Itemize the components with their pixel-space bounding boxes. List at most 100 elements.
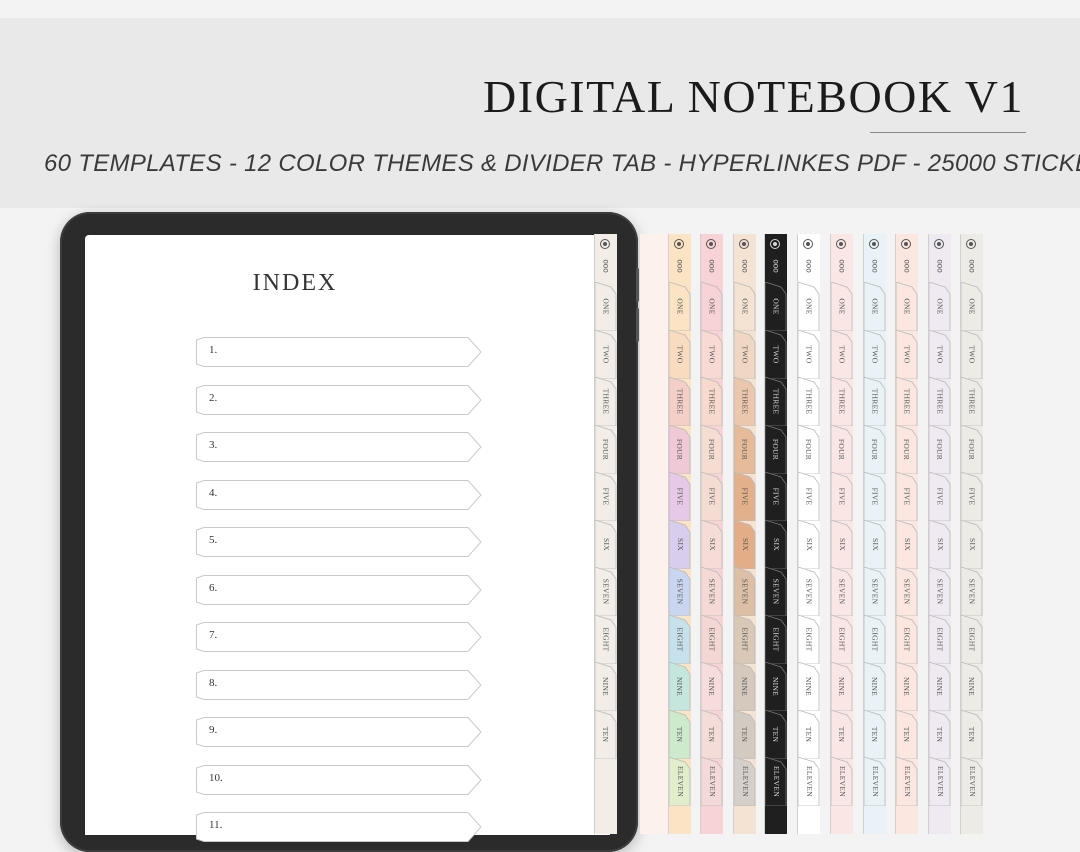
more-icon[interactable]: ooo bbox=[929, 258, 951, 274]
target-icon[interactable] bbox=[674, 239, 684, 249]
divider-tab-four[interactable]: FOUR bbox=[765, 424, 787, 474]
divider-tab-six[interactable]: SIX bbox=[765, 519, 787, 569]
divider-tab-eight[interactable]: EIGHT bbox=[896, 614, 918, 664]
divider-tab-one[interactable]: ONE bbox=[896, 282, 918, 331]
divider-tab-four[interactable]: FOUR bbox=[669, 424, 691, 474]
target-icon[interactable] bbox=[869, 239, 879, 249]
divider-tab-nine[interactable]: NINE bbox=[864, 662, 886, 711]
target-icon[interactable] bbox=[803, 239, 813, 249]
divider-tab-six[interactable]: SIX bbox=[961, 519, 983, 569]
divider-tab-eight[interactable]: EIGHT bbox=[961, 614, 983, 664]
divider-tab-four[interactable]: FOUR bbox=[734, 424, 756, 474]
index-row[interactable]: 3. bbox=[196, 432, 482, 462]
more-icon[interactable]: ooo bbox=[831, 258, 853, 274]
divider-tab-six[interactable]: SIX bbox=[896, 519, 918, 569]
divider-tab-eleven[interactable]: ELEVEN bbox=[701, 757, 723, 806]
divider-tab-nine[interactable]: NINE bbox=[831, 662, 853, 711]
divider-tab-seven[interactable]: SEVEN bbox=[701, 567, 723, 616]
index-row[interactable]: 6. bbox=[196, 574, 482, 605]
index-row[interactable]: 7. bbox=[196, 622, 482, 652]
divider-tab-eleven[interactable]: ELEVEN bbox=[734, 757, 756, 806]
divider-tab-three[interactable]: THREE bbox=[831, 377, 853, 426]
divider-tab-three[interactable]: THREE bbox=[734, 377, 756, 426]
divider-tab-three[interactable]: THREE bbox=[765, 377, 787, 426]
target-icon[interactable] bbox=[770, 239, 780, 249]
index-row[interactable]: 8. bbox=[196, 669, 482, 700]
divider-tab-ten[interactable]: TEN bbox=[701, 709, 723, 759]
divider-tab-eleven[interactable]: ELEVEN bbox=[929, 757, 951, 806]
divider-tab-five[interactable]: FIVE bbox=[831, 472, 853, 521]
index-row[interactable]: 2. bbox=[196, 384, 482, 415]
divider-tab-nine[interactable]: NINE bbox=[734, 662, 756, 711]
divider-tab-ten[interactable]: TEN bbox=[765, 709, 787, 759]
divider-tab-nine[interactable]: NINE bbox=[896, 662, 918, 711]
divider-tab-seven[interactable]: SEVEN bbox=[734, 567, 756, 616]
divider-tab-eleven[interactable]: ELEVEN bbox=[961, 757, 983, 806]
divider-tab-two[interactable]: TWO bbox=[798, 329, 820, 379]
divider-tab-four[interactable]: FOUR bbox=[798, 424, 820, 474]
divider-tab-seven[interactable]: SEVEN bbox=[595, 567, 617, 616]
more-icon[interactable]: ooo bbox=[961, 258, 983, 274]
divider-tab-eight[interactable]: EIGHT bbox=[595, 614, 617, 664]
index-row[interactable]: 11. bbox=[196, 812, 482, 842]
divider-tab-ten[interactable]: TEN bbox=[961, 709, 983, 759]
divider-tab-one[interactable]: ONE bbox=[595, 282, 617, 331]
divider-tab-eight[interactable]: EIGHT bbox=[669, 614, 691, 664]
target-icon[interactable] bbox=[600, 239, 610, 249]
divider-tab-three[interactable]: THREE bbox=[896, 377, 918, 426]
divider-tab-nine[interactable]: NINE bbox=[929, 662, 951, 711]
divider-tab-five[interactable]: FIVE bbox=[929, 472, 951, 521]
divider-tab-eight[interactable]: EIGHT bbox=[864, 614, 886, 664]
more-icon[interactable]: ooo bbox=[701, 258, 723, 274]
divider-tab-three[interactable]: THREE bbox=[798, 377, 820, 426]
divider-tab-seven[interactable]: SEVEN bbox=[961, 567, 983, 616]
divider-tab-one[interactable]: ONE bbox=[831, 282, 853, 331]
divider-tab-two[interactable]: TWO bbox=[669, 329, 691, 379]
divider-tab-ten[interactable]: TEN bbox=[896, 709, 918, 759]
divider-tab-one[interactable]: ONE bbox=[864, 282, 886, 331]
more-icon[interactable]: ooo bbox=[669, 258, 691, 274]
divider-tab-seven[interactable]: SEVEN bbox=[864, 567, 886, 616]
divider-tab-eight[interactable]: EIGHT bbox=[798, 614, 820, 664]
divider-tab-five[interactable]: FIVE bbox=[734, 472, 756, 521]
divider-tab-two[interactable]: TWO bbox=[831, 329, 853, 379]
divider-tab-four[interactable]: FOUR bbox=[595, 424, 617, 474]
divider-tab-eleven[interactable]: ELEVEN bbox=[669, 757, 691, 806]
divider-tab-four[interactable]: FOUR bbox=[701, 424, 723, 474]
divider-tab-nine[interactable]: NINE bbox=[765, 662, 787, 711]
more-icon[interactable]: ooo bbox=[798, 258, 820, 274]
divider-tab-two[interactable]: TWO bbox=[864, 329, 886, 379]
divider-tab-ten[interactable]: TEN bbox=[864, 709, 886, 759]
divider-tab-one[interactable]: ONE bbox=[929, 282, 951, 331]
divider-tab-five[interactable]: FIVE bbox=[701, 472, 723, 521]
target-icon[interactable] bbox=[836, 239, 846, 249]
divider-tab-eight[interactable]: EIGHT bbox=[831, 614, 853, 664]
target-icon[interactable] bbox=[739, 239, 749, 249]
divider-tab-nine[interactable]: NINE bbox=[669, 662, 691, 711]
divider-tab-three[interactable]: THREE bbox=[669, 377, 691, 426]
divider-tab-eight[interactable]: EIGHT bbox=[701, 614, 723, 664]
divider-tab-three[interactable]: THREE bbox=[864, 377, 886, 426]
divider-tab-eight[interactable]: EIGHT bbox=[734, 614, 756, 664]
divider-tab-seven[interactable]: SEVEN bbox=[896, 567, 918, 616]
divider-tab-eight[interactable]: EIGHT bbox=[929, 614, 951, 664]
divider-tab-one[interactable]: ONE bbox=[734, 282, 756, 331]
divider-tab-six[interactable]: SIX bbox=[864, 519, 886, 569]
target-icon[interactable] bbox=[706, 239, 716, 249]
divider-tab-one[interactable]: ONE bbox=[701, 282, 723, 331]
divider-tab-two[interactable]: TWO bbox=[734, 329, 756, 379]
divider-tab-three[interactable]: THREE bbox=[595, 377, 617, 426]
target-icon[interactable] bbox=[966, 239, 976, 249]
divider-tab-ten[interactable]: TEN bbox=[669, 709, 691, 759]
target-icon[interactable] bbox=[901, 239, 911, 249]
divider-tab-eight[interactable]: EIGHT bbox=[765, 614, 787, 664]
divider-tab-one[interactable]: ONE bbox=[669, 282, 691, 331]
divider-tab-one[interactable]: ONE bbox=[961, 282, 983, 331]
divider-tab-ten[interactable]: TEN bbox=[929, 709, 951, 759]
divider-tab-five[interactable]: FIVE bbox=[798, 472, 820, 521]
divider-tab-six[interactable]: SIX bbox=[734, 519, 756, 569]
divider-tab-one[interactable]: ONE bbox=[765, 282, 787, 331]
divider-tab-seven[interactable]: SEVEN bbox=[798, 567, 820, 616]
divider-tab-five[interactable]: FIVE bbox=[595, 472, 617, 521]
divider-tab-six[interactable]: SIX bbox=[669, 519, 691, 569]
